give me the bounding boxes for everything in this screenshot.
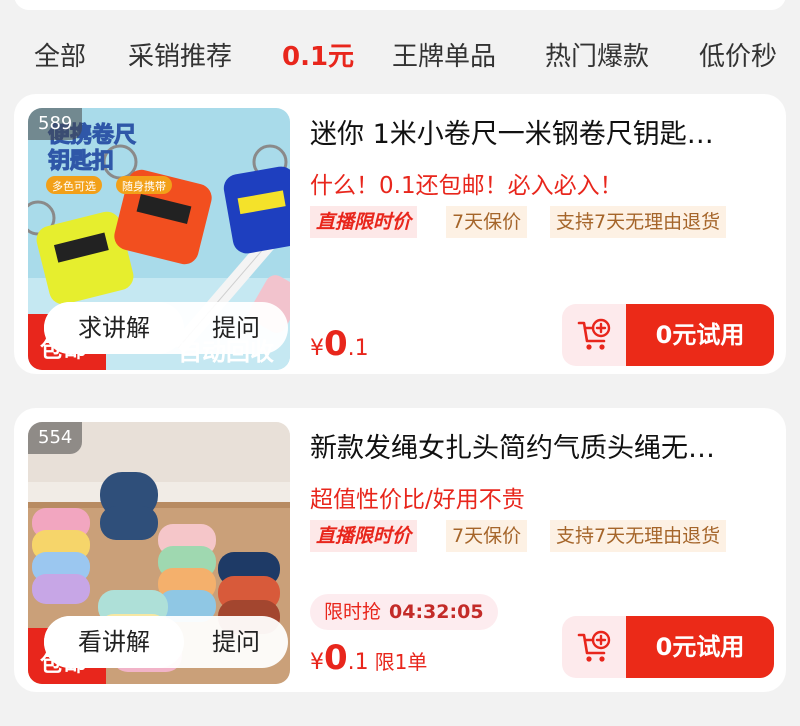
ask-question-button[interactable]: 提问 <box>184 616 288 668</box>
tag-return-policy: 支持7天无理由退货 <box>550 520 727 552</box>
flash-sale-countdown: 限时抢 04:32:05 <box>310 594 498 630</box>
price-currency: ¥ <box>310 650 324 675</box>
tag-live-price: 直播限时价 <box>310 520 418 552</box>
tab-all[interactable]: 全部 <box>34 36 86 73</box>
product-title[interactable]: 迷你 1米小卷尺一米钢卷尺钥匙… <box>310 112 772 151</box>
product-card[interactable]: 便携卷尺 钥匙扣 多色可选 随身携带 自动回收 589 包邮 求讲解 提问 迷你… <box>14 94 786 374</box>
price-currency: ¥ <box>310 336 324 361</box>
category-tabs: 全部 采销推荐 0.1元 王牌单品 热门爆款 低价秒 <box>0 28 800 80</box>
tab-recommended[interactable]: 采销推荐 <box>128 36 232 73</box>
image-tag-1: 多色可选 <box>52 179 96 193</box>
explain-question-pill: 看讲解 提问 <box>44 616 288 668</box>
cart-add-icon <box>577 318 611 350</box>
flash-sale-label: 限时抢 <box>324 601 382 623</box>
product-price: ¥0.1 <box>310 324 369 364</box>
product-price: ¥0.1 限1单 <box>310 638 427 678</box>
purchase-limit: 限1单 <box>374 650 428 674</box>
viewer-count: 589 <box>28 108 83 140</box>
tag-price-protect: 7天保价 <box>446 520 528 552</box>
add-to-cart-button[interactable] <box>562 616 626 678</box>
request-explanation-button[interactable]: 求讲解 <box>44 302 184 354</box>
product-slogan: 超值性价比/好用不贵 <box>310 487 525 513</box>
image-tag-2: 随身携带 <box>122 179 166 193</box>
product-slogan: 什么！0.1还包邮！必入必入！ <box>310 173 623 199</box>
price-integer: 0 <box>324 638 348 678</box>
tab-top-items[interactable]: 王牌单品 <box>392 36 496 73</box>
tag-live-price: 直播限时价 <box>310 206 418 238</box>
free-trial-button[interactable]: 0元试用 <box>626 304 774 366</box>
image-headline-2: 钥匙扣 <box>48 148 114 173</box>
tag-return-policy: 支持7天无理由退货 <box>550 206 727 238</box>
cart-add-icon <box>577 630 611 662</box>
price-decimal: .1 <box>347 336 369 361</box>
product-card[interactable]: 554 包邮 看讲解 提问 新款发绳女扎头简约气质头绳无… 超值性价比/好用不贵… <box>14 408 786 692</box>
free-trial-button[interactable]: 0元试用 <box>626 616 774 678</box>
watch-explanation-button[interactable]: 看讲解 <box>44 616 184 668</box>
tab-0-1-yuan[interactable]: 0.1元 <box>282 36 354 73</box>
ask-question-button[interactable]: 提问 <box>184 302 288 354</box>
price-integer: 0 <box>324 324 348 364</box>
price-decimal: .1 <box>347 650 369 675</box>
tag-price-protect: 7天保价 <box>446 206 528 238</box>
explain-question-pill: 求讲解 提问 <box>44 302 288 354</box>
add-to-cart-button[interactable] <box>562 304 626 366</box>
tab-hot-sellers[interactable]: 热门爆款 <box>545 36 649 73</box>
tab-flash-sale[interactable]: 低价秒 <box>699 36 777 73</box>
product-title[interactable]: 新款发绳女扎头简约气质头绳无… <box>310 426 772 465</box>
previous-card <box>14 0 786 10</box>
viewer-count: 554 <box>28 422 83 454</box>
flash-sale-timer: 04:32:05 <box>389 601 484 623</box>
